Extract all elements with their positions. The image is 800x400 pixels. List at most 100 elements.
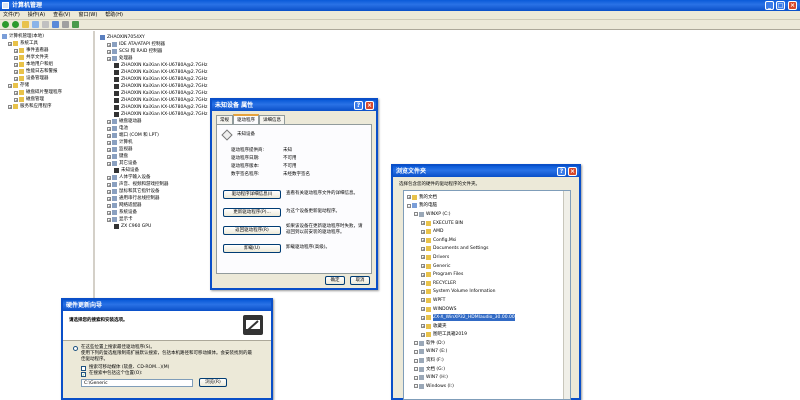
expand-icon[interactable]: - <box>414 367 418 372</box>
driver-action-button[interactable]: 卸载(U) <box>223 243 281 253</box>
expand-icon[interactable]: + <box>421 238 425 243</box>
console-tree-item[interactable]: + 事件查看器 <box>2 47 91 54</box>
device-tree-item[interactable]: ZHAOXIN7054XY <box>100 34 240 41</box>
expand-icon[interactable]: + <box>107 196 111 201</box>
include-location-checkbox[interactable]: ✓ <box>81 371 86 377</box>
device-tree-item[interactable]: ZHAOXIN KaiXian KX-U6780A@2.7GHz <box>100 62 240 69</box>
folder-tree-item[interactable]: + Drivers <box>407 253 567 262</box>
folder-tree-item[interactable]: + Documents and Settings <box>407 245 567 254</box>
console-tree-item[interactable]: + 服务和应用程序 <box>2 103 91 110</box>
expand-icon[interactable]: + <box>107 154 111 159</box>
expand-icon[interactable]: + <box>107 217 111 222</box>
expand-icon[interactable]: + <box>421 229 425 234</box>
expand-icon[interactable]: + <box>107 203 111 208</box>
browse-close-button[interactable]: × <box>568 167 577 176</box>
expand-icon[interactable]: + <box>421 255 425 260</box>
tab-driver[interactable]: 驱动程序 <box>233 114 259 124</box>
expand-icon[interactable]: + <box>107 56 111 61</box>
expand-icon[interactable]: + <box>421 246 425 251</box>
scan-icon[interactable] <box>62 21 69 28</box>
folder-tree-item[interactable]: - 资料 (F:) <box>407 356 567 365</box>
expand-icon[interactable]: + <box>107 133 111 138</box>
show-tree-icon[interactable] <box>32 21 39 28</box>
expand-icon[interactable]: + <box>14 62 18 67</box>
folder-tree-item[interactable]: + WINDOWS <box>407 305 567 314</box>
tab-general[interactable]: 常规 <box>216 115 233 124</box>
console-tree-item[interactable]: + 磁盘管理 <box>2 96 91 103</box>
tab-details[interactable]: 详细信息 <box>259 115 285 124</box>
expand-icon[interactable]: + <box>107 175 111 180</box>
console-tree-item[interactable]: 计算机管理(本地) <box>2 33 91 40</box>
expand-icon[interactable]: + <box>107 189 111 194</box>
maximize-button[interactable]: □ <box>776 1 785 10</box>
properties-icon[interactable] <box>42 21 49 28</box>
expand-icon[interactable]: + <box>107 147 111 152</box>
folder-tree-item[interactable]: + 图吧工具箱2019 <box>407 331 567 340</box>
expand-icon[interactable]: + <box>14 97 18 102</box>
folder-tree-scrollbar[interactable] <box>563 191 570 399</box>
folder-tree-item[interactable]: + 收藏夹 <box>407 322 567 331</box>
folder-tree-item[interactable]: - 软件 (D:) <box>407 339 567 348</box>
expand-icon[interactable]: + <box>14 55 18 60</box>
expand-icon[interactable]: - <box>414 341 418 346</box>
properties-close-button[interactable]: × <box>365 101 374 110</box>
properties-help-button[interactable]: ? <box>354 101 363 110</box>
expand-icon[interactable]: + <box>107 42 111 47</box>
ok-button[interactable]: 确定 <box>325 276 345 285</box>
browse-button[interactable]: 浏览(R) <box>199 378 227 387</box>
menu-item[interactable]: 操作(A) <box>28 11 45 19</box>
expand-icon[interactable]: + <box>107 140 111 145</box>
expand-icon[interactable]: + <box>107 182 111 187</box>
console-tree-item[interactable]: + 共享文件夹 <box>2 54 91 61</box>
folder-tree-item[interactable]: + EXECUTE BIN <box>407 219 567 228</box>
folder-tree-item[interactable]: + Generic <box>407 262 567 271</box>
device-tree-item[interactable]: + 处理器 <box>100 55 240 62</box>
folder-tree-item[interactable]: + Config.Msi <box>407 236 567 245</box>
folder-tree-item[interactable]: - WIN7 (H:) <box>407 373 567 382</box>
expand-icon[interactable]: + <box>421 315 425 320</box>
expand-icon[interactable]: - <box>414 375 418 380</box>
driver-action-button[interactable]: 更新驱动程序(P)... <box>223 207 281 217</box>
expand-icon[interactable]: + <box>421 272 425 277</box>
expand-icon[interactable]: + <box>421 281 425 286</box>
expand-icon[interactable]: - <box>414 358 418 363</box>
folder-tree-item[interactable]: + RECYCLER <box>407 279 567 288</box>
expand-icon[interactable]: + <box>14 48 18 53</box>
device-tree-item[interactable]: ZHAOXIN KaiXian KX-U6780A@2.7GHz <box>100 90 240 97</box>
folder-tree-item[interactable]: - WINXP (C:) <box>407 210 567 219</box>
console-tree-item[interactable]: + 本地用户和组 <box>2 61 91 68</box>
folder-tree-item[interactable]: - WIN7 (E:) <box>407 348 567 357</box>
expand-icon[interactable]: - <box>414 212 418 217</box>
menu-item[interactable]: 查看(V) <box>53 11 70 19</box>
folder-tree[interactable]: + 我的文档 - 我的电脑 - WINXP (C:) + EXECUTE BIN + AMD + Co… <box>403 190 571 400</box>
browse-help-button[interactable]: ? <box>557 167 566 176</box>
update-icon[interactable] <box>72 21 79 28</box>
console-tree-item[interactable]: + 设备管理器 <box>2 75 91 82</box>
search-option-radio[interactable] <box>73 345 78 351</box>
driver-action-button[interactable]: 驱动程序详细信息(I) <box>223 189 281 199</box>
driver-action-button[interactable]: 返回驱动程序(R) <box>223 225 281 235</box>
menu-item[interactable]: 窗口(W) <box>78 11 97 19</box>
console-tree-item[interactable]: + 磁盘碎片整理程序 <box>2 89 91 96</box>
removable-media-checkbox[interactable] <box>81 365 86 371</box>
close-button[interactable]: × <box>788 1 797 10</box>
expand-icon[interactable]: + <box>421 298 425 303</box>
expand-icon[interactable]: - <box>407 203 411 208</box>
folder-tree-item[interactable]: + 我的文档 <box>407 193 567 202</box>
folder-tree-item[interactable]: + WPFT <box>407 296 567 305</box>
location-path-input[interactable]: C:\Generic <box>81 378 193 387</box>
folder-tree-item[interactable]: + AMD <box>407 227 567 236</box>
up-icon[interactable] <box>22 21 29 28</box>
folder-tree-item[interactable]: + Program Files <box>407 270 567 279</box>
expand-icon[interactable]: + <box>107 49 111 54</box>
console-tree-item[interactable]: + 性能日志和警报 <box>2 68 91 75</box>
device-tree-item[interactable]: ZHAOXIN KaiXian KX-U6780A@2.7GHz <box>100 83 240 90</box>
expand-icon[interactable]: - <box>414 349 418 354</box>
expand-icon[interactable]: + <box>421 307 425 312</box>
folder-tree-item[interactable]: - 我的电脑 <box>407 202 567 211</box>
expand-icon[interactable]: + <box>407 195 411 200</box>
console-tree-item[interactable]: + 系统工具 <box>2 40 91 47</box>
expand-icon[interactable]: + <box>8 41 12 46</box>
expand-icon[interactable]: + <box>14 90 18 95</box>
expand-icon[interactable]: + <box>421 221 425 226</box>
